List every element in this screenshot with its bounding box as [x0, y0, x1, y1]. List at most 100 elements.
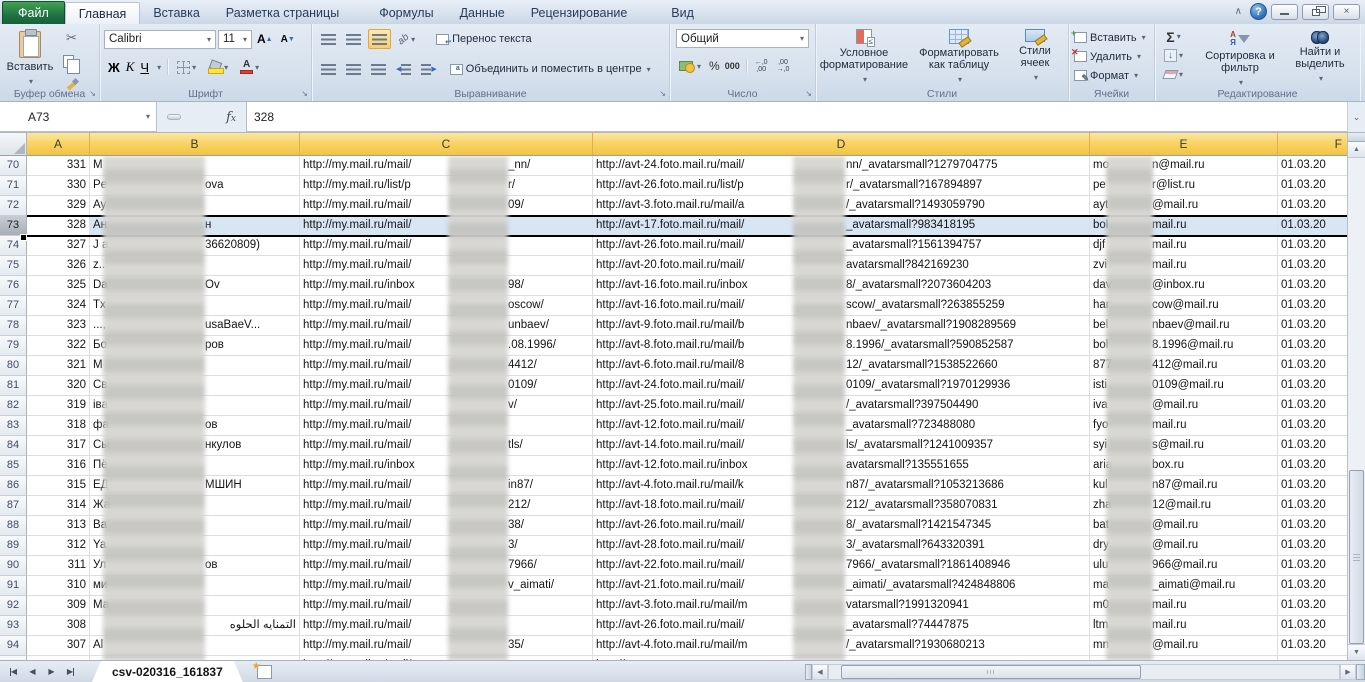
row-header[interactable]: 76	[0, 276, 27, 296]
cell-c[interactable]: http://my.mail.ru/mail/09/	[300, 196, 593, 216]
cell-f[interactable]: 01.03.20	[1278, 296, 1347, 316]
cell-a[interactable]: 317	[27, 436, 90, 456]
font-size-combo[interactable]: 11▾	[218, 30, 252, 49]
cell-c[interactable]: http://my.mail.ru/mail/	[300, 236, 593, 256]
row-header[interactable]: 82	[0, 396, 27, 416]
fill-color-button[interactable]: ▾	[205, 57, 231, 77]
decrease-indent-button[interactable]: ◀	[393, 59, 414, 79]
cell-a[interactable]: 323	[27, 316, 90, 336]
horizontal-scrollbar-thumb[interactable]	[841, 665, 1141, 679]
cell-f[interactable]: 01.03.20	[1278, 416, 1347, 436]
window-split-handle[interactable]	[1356, 664, 1365, 680]
expand-formula-bar-icon[interactable]: ⌄	[1347, 102, 1365, 132]
accounting-format-button[interactable]: ▾	[676, 56, 704, 76]
cell-f[interactable]: 01.03.20	[1278, 376, 1347, 396]
tab-insert[interactable]: Вставка	[140, 2, 212, 24]
cell-f[interactable]: 01.03.20	[1278, 356, 1347, 376]
decrease-decimal-button[interactable]: ,00→,0	[775, 58, 792, 74]
cell-c[interactable]: http://my.mail.ru/mail/0109/	[300, 376, 593, 396]
cell-f[interactable]: 01.03.20	[1278, 156, 1347, 176]
cell-c[interactable]: http://my.mail.ru/mail/.08.1996/	[300, 336, 593, 356]
row-header[interactable]: 75	[0, 256, 27, 276]
column-header-B[interactable]: B	[90, 133, 300, 156]
row-header[interactable]: 92	[0, 596, 27, 616]
cell-c[interactable]: http://my.mail.ru/mail/tls/	[300, 436, 593, 456]
percent-button[interactable]: %	[709, 59, 720, 73]
clear-button[interactable]: ▾	[1161, 66, 1186, 83]
cell-f[interactable]: 01.03.20	[1278, 236, 1347, 256]
clipboard-dialog-launcher[interactable]: ↘	[89, 90, 96, 98]
help-button[interactable]: ?	[1250, 3, 1267, 20]
align-right-button[interactable]	[368, 59, 389, 79]
row-header[interactable]: 88	[0, 516, 27, 536]
cell-c[interactable]: http://my.mail.ru/mail/_nn/	[300, 156, 593, 176]
scroll-up-icon[interactable]: ▲	[1348, 142, 1365, 158]
paste-button[interactable]: Вставить ▾	[5, 26, 55, 88]
cell-a[interactable]: 322	[27, 336, 90, 356]
borders-button[interactable]: ▾	[174, 57, 199, 77]
font-color-button[interactable]: А▾	[237, 57, 262, 77]
cell-a[interactable]: 326	[27, 256, 90, 276]
select-all-corner[interactable]	[0, 133, 27, 156]
cell-f[interactable]: 01.03.20	[1278, 616, 1347, 636]
cell-c[interactable]: http://my.mail.ru/mail/v/	[300, 396, 593, 416]
cell-a[interactable]: 329	[27, 196, 90, 216]
insert-cells-button[interactable]: +Вставить▾	[1074, 28, 1154, 47]
tab-view[interactable]: Вид	[658, 2, 707, 24]
cell-a[interactable]: 309	[27, 596, 90, 616]
cell-a[interactable]: 330	[27, 176, 90, 196]
row-header[interactable]: 83	[0, 416, 27, 436]
cell-f[interactable]: 01.03.20	[1278, 276, 1347, 296]
restore-button[interactable]	[1302, 4, 1329, 20]
cell-c[interactable]: http://my.mail.ru/mail/v_aimati/	[300, 576, 593, 596]
tab-split-handle[interactable]	[805, 664, 812, 680]
tab-file[interactable]: Файл	[2, 1, 65, 24]
copy-button[interactable]: ▾	[60, 51, 83, 71]
autosum-button[interactable]: Σ▾	[1161, 28, 1186, 45]
fill-button[interactable]: ↓▾	[1161, 47, 1186, 64]
cell-c[interactable]: http://my.mail.ru/mail/	[300, 616, 593, 636]
cell-a[interactable]: 308	[27, 616, 90, 636]
row-header[interactable]: 87	[0, 496, 27, 516]
row-header[interactable]: 93	[0, 616, 27, 636]
row-header[interactable]: 81	[0, 376, 27, 396]
cell-f[interactable]: 01.03.20	[1278, 476, 1347, 496]
cell-a[interactable]: 312	[27, 536, 90, 556]
underline-button[interactable]: Ч	[140, 60, 149, 75]
cell-a[interactable]: 318	[27, 416, 90, 436]
cell-a[interactable]: 310	[27, 576, 90, 596]
column-header-F[interactable]: F	[1278, 133, 1347, 156]
minimize-button[interactable]	[1271, 4, 1298, 20]
vertical-scrollbar-thumb[interactable]	[1349, 470, 1364, 644]
cell-f[interactable]: 01.03.20	[1278, 516, 1347, 536]
cell-a[interactable]: 328	[27, 216, 90, 236]
previous-sheet-button[interactable]: ◀	[23, 664, 42, 680]
align-left-button[interactable]	[318, 59, 339, 79]
align-bottom-button[interactable]	[368, 29, 391, 49]
name-box[interactable]: A73▾	[0, 102, 157, 132]
cell-c[interactable]: http://my.mail.ru/mail/oscow/	[300, 296, 593, 316]
formula-input[interactable]: 328	[247, 102, 1347, 132]
find-select-button[interactable]: Найти и выделить▾	[1285, 26, 1355, 85]
cell-f[interactable]: 01.03.20	[1278, 176, 1347, 196]
insert-function-icon[interactable]: fx	[226, 110, 236, 125]
number-format-combo[interactable]: Общий▾	[676, 29, 809, 48]
cell-c[interactable]: http://my.mail.ru/list/pr/	[300, 176, 593, 196]
align-center-button[interactable]	[343, 59, 364, 79]
cell-a[interactable]: 316	[27, 456, 90, 476]
row-header[interactable]: 91	[0, 576, 27, 596]
row-header[interactable]: 94	[0, 636, 27, 656]
cell-a[interactable]: 313	[27, 516, 90, 536]
row-header[interactable]: 84	[0, 436, 27, 456]
cell-f[interactable]: 01.03.20	[1278, 576, 1347, 596]
cell-c[interactable]: http://my.mail.ru/inbox	[300, 456, 593, 476]
cell-f[interactable]: 01.03.20	[1278, 216, 1347, 236]
row-header[interactable]: 85	[0, 456, 27, 476]
cell-c[interactable]: http://my.mail.ru/mail/in87/	[300, 476, 593, 496]
namebox-splitter-handle[interactable]	[167, 114, 181, 120]
vertical-split-handle[interactable]	[1348, 133, 1365, 142]
cell-c[interactable]: http://my.mail.ru/mail/	[300, 256, 593, 276]
scroll-left-icon[interactable]: ◀	[812, 664, 828, 680]
cell-f[interactable]: 01.03.20	[1278, 396, 1347, 416]
insert-worksheet-button[interactable]: ★	[257, 665, 272, 679]
